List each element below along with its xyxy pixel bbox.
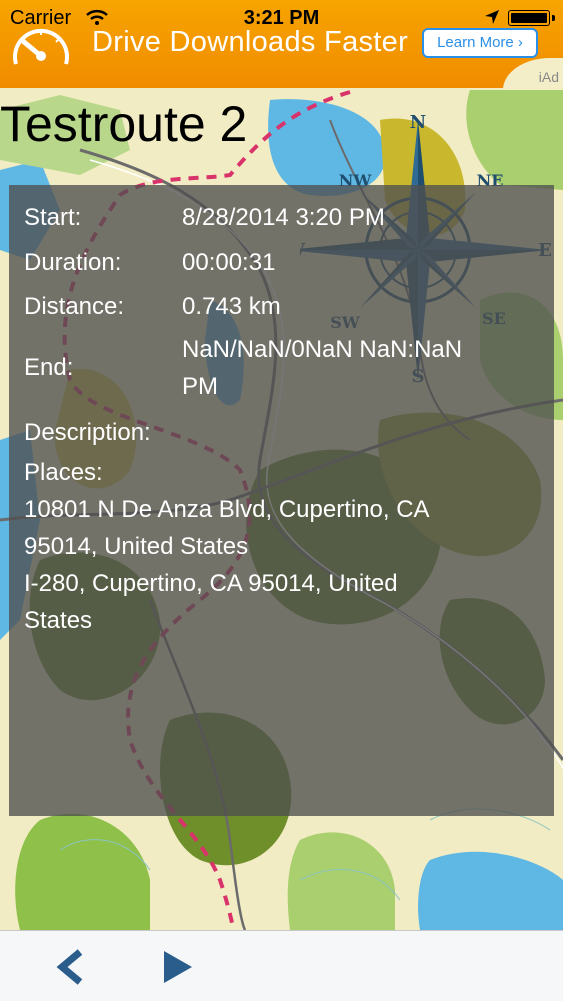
play-icon[interactable] bbox=[158, 949, 198, 985]
battery-icon bbox=[508, 10, 555, 26]
location-arrow-icon bbox=[485, 10, 499, 24]
route-details-panel bbox=[9, 185, 554, 816]
clock: 3:21 PM bbox=[243, 7, 320, 29]
iad-badge: iAd bbox=[538, 69, 559, 85]
route-title: Testroute 2 bbox=[0, 96, 248, 152]
compass-n: N bbox=[410, 112, 426, 133]
status-bar: Carrier 3:21 PM bbox=[0, 0, 563, 34]
bottom-toolbar bbox=[0, 930, 563, 1001]
chevron-left-icon[interactable] bbox=[50, 949, 90, 985]
